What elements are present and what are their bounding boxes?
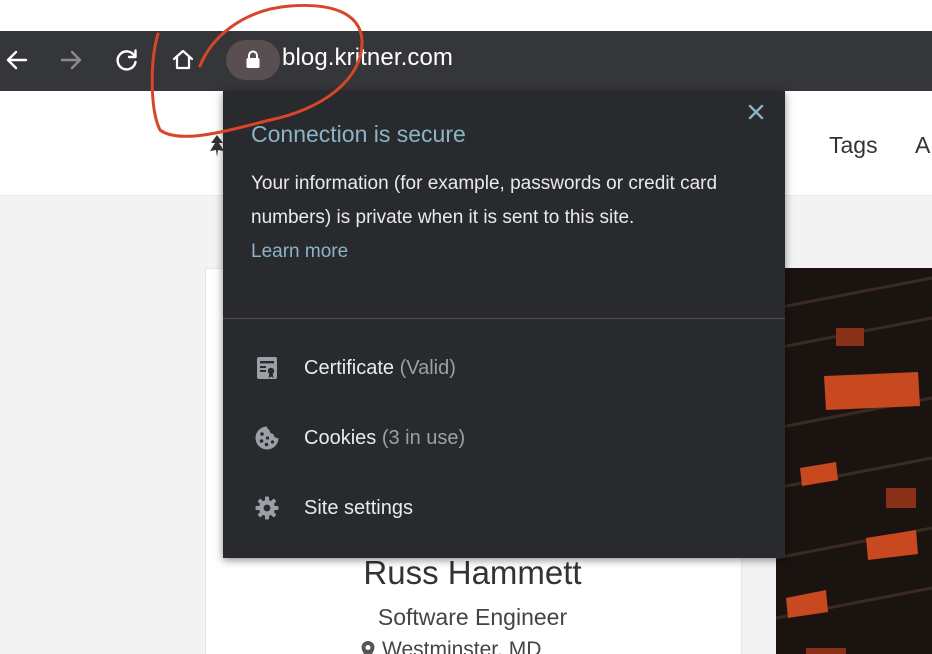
connection-description: Your information (for example, passwords… — [251, 173, 718, 228]
window-top-strip — [0, 0, 932, 31]
cookie-icon — [253, 424, 281, 452]
certificate-row[interactable]: Certificate (Valid) — [223, 336, 785, 400]
popup-divider — [223, 318, 785, 319]
certificate-label: Certificate (Valid) — [304, 354, 456, 382]
learn-more-link[interactable]: Learn more — [251, 237, 348, 267]
gear-icon — [253, 494, 281, 522]
screenshot-root: blog.kritner.com s Tags A Russ Hammett S… — [0, 0, 932, 654]
profile-title: Software Engineer — [377, 604, 568, 630]
site-info-button[interactable] — [226, 40, 280, 80]
forward-button[interactable] — [54, 43, 88, 77]
hero-photo — [776, 268, 932, 654]
site-settings-label: Site settings — [304, 497, 413, 519]
forward-arrow-icon — [60, 50, 82, 70]
lock-icon — [246, 50, 260, 68]
certificate-status: (Valid) — [399, 357, 456, 379]
cookies-row[interactable]: Cookies (3 in use) — [223, 406, 785, 470]
back-arrow-icon — [6, 50, 28, 70]
close-icon — [748, 104, 764, 120]
browser-toolbar — [0, 31, 932, 91]
reload-button[interactable] — [110, 43, 144, 77]
certificate-label-text: Certificate — [304, 357, 395, 379]
back-button[interactable] — [0, 43, 34, 77]
hero-photo-graphic — [776, 268, 932, 654]
profile-location: Westminster, MD — [360, 636, 541, 654]
connection-status-heading: Connection is secure — [251, 121, 466, 147]
reload-icon — [116, 49, 137, 71]
home-button[interactable] — [166, 43, 200, 77]
profile-location-text: Westminster, MD — [382, 638, 542, 654]
nav-item-tags[interactable]: Tags — [829, 130, 878, 160]
certificate-icon — [253, 354, 281, 382]
cookies-label: Cookies (3 in use) — [304, 424, 465, 452]
cookies-count: (3 in use) — [381, 427, 466, 449]
cookies-label-text: Cookies — [304, 427, 377, 449]
site-settings-row[interactable]: Site settings — [223, 476, 785, 540]
nav-item-about[interactable]: A — [915, 130, 930, 160]
address-bar-url[interactable]: blog.kritner.com — [282, 43, 453, 73]
home-icon — [172, 49, 194, 70]
site-info-popup: Connection is secure Your information (f… — [223, 91, 785, 558]
map-pin-icon — [361, 641, 375, 654]
close-button[interactable] — [743, 99, 769, 125]
profile-name: Russ Hammett — [363, 554, 582, 591]
